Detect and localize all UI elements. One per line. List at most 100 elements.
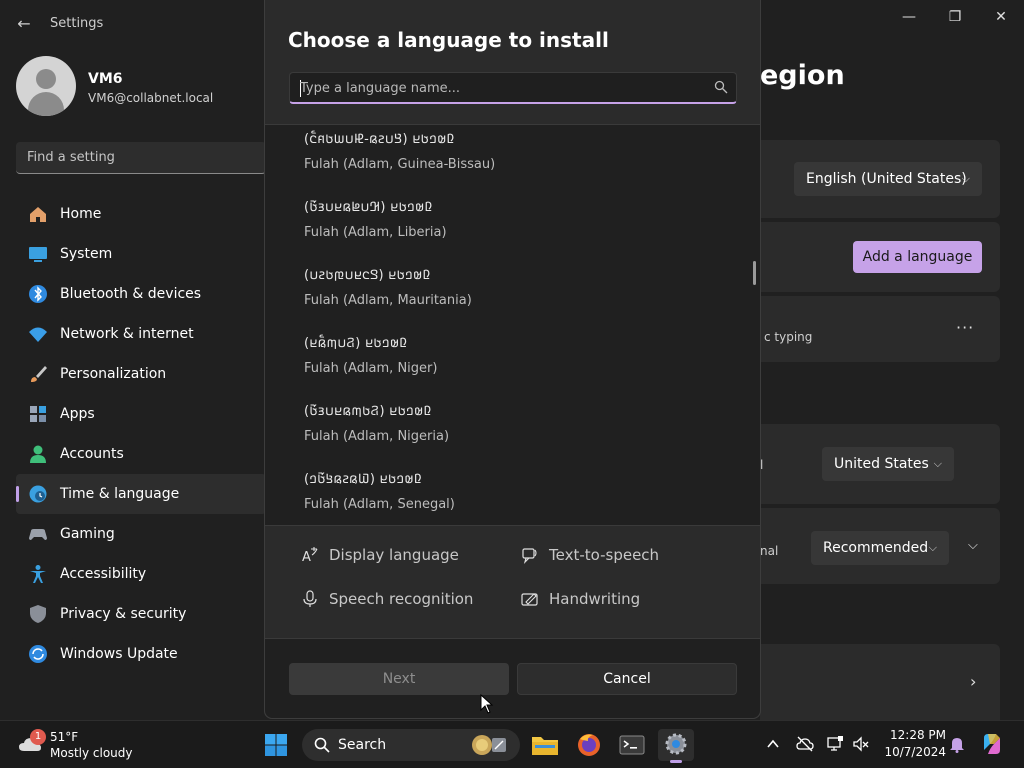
person-icon (30, 445, 46, 463)
more-options-button[interactable]: ··· (956, 318, 974, 337)
regional-format-card: nal Recommended ⌵ ⌵ (760, 508, 1000, 584)
network-icon[interactable] (826, 735, 844, 753)
clock-date: 10/7/2024 (884, 745, 946, 759)
accessibility-icon (30, 565, 46, 583)
weather-alert-badge: 1 (30, 729, 46, 745)
maximize-button[interactable]: ❐ (932, 6, 978, 30)
user-profile[interactable]: VM6 VM6@collabnet.local (16, 56, 266, 120)
windows-display-language-card: English (United States) ⌵ (760, 140, 1000, 218)
microphone-icon (303, 590, 317, 607)
language-entry-card: c typing ··· (760, 296, 1000, 362)
minimize-button[interactable]: — (886, 6, 932, 30)
language-native-name: (𞤐𞤢𞤶𞤫𞤪𞤭𞤴𞤢𞥄) 𞤆𞤵𞤤𞤢𞤪 (304, 404, 432, 419)
preferred-languages-card: Add a language (760, 222, 1000, 292)
volume-muted-icon[interactable] (852, 735, 870, 753)
folder-icon (532, 737, 558, 755)
weather-widget[interactable]: 1 51°F Mostly cloudy (14, 727, 144, 763)
sidebar-item-apps[interactable]: Apps (16, 394, 266, 434)
language-list[interactable]: (𞤘𞤭𞤲𞤫-𞤄𞤭𞤧𞤢𞤱𞤮𞥅) 𞤆𞤵𞤤𞤢𞤪 Fulah (Adlam, Guine… (265, 124, 760, 526)
sidebar-item-label: Accessibility (60, 566, 147, 582)
sidebar-item-label: Bluetooth & devices (60, 286, 202, 302)
file-explorer-button[interactable] (527, 729, 563, 761)
sidebar-item-accessibility[interactable]: Accessibility (16, 554, 266, 594)
sidebar-item-home[interactable]: Home (16, 194, 266, 234)
list-item[interactable]: (𞤂𞤭𞤦𞤫𞤪𞤭𞤴𞤢𞥄) 𞤆𞤵𞤤𞤢𞤪 Fulah (Adlam, Liberia) (265, 197, 755, 265)
user-name: VM6 (88, 71, 123, 87)
related-settings-card[interactable]: › (760, 644, 1000, 720)
terminal-icon (619, 735, 645, 755)
temperature: 51°F (50, 730, 79, 744)
settings-app-button[interactable] (658, 729, 694, 763)
sidebar-item-system[interactable]: System (16, 234, 266, 274)
taskbar: 1 51°F Mostly cloudy Search 12:28 PM 10/… (0, 720, 1024, 768)
search-icon (714, 80, 728, 94)
country-region-card: l United States ⌵ (760, 424, 1000, 504)
sidebar-item-label: Personalization (60, 366, 167, 382)
clock-globe-icon (29, 485, 47, 503)
clock-time: 12:28 PM (890, 728, 946, 742)
chevron-up-icon[interactable] (764, 735, 782, 753)
language-search-field[interactable] (289, 72, 737, 104)
onedrive-offline-icon[interactable] (796, 735, 814, 753)
list-item[interactable]: (𞤐𞤢𞤶𞤫𞤪𞤭𞤴𞤢𞥄) 𞤆𞤵𞤤𞤢𞤪 Fulah (Adlam, Nigeria) (265, 401, 755, 469)
firefox-icon (578, 734, 600, 756)
sidebar-item-time-language[interactable]: Time & language (16, 474, 266, 514)
notification-bell-icon[interactable] (948, 735, 966, 753)
chevron-down-icon: ⌵ (928, 541, 937, 554)
taskbar-search-label: Search (338, 737, 387, 753)
scrollbar-thumb[interactable] (753, 261, 756, 285)
regional-format-dropdown[interactable]: Recommended ⌵ (811, 531, 949, 565)
windows-start-icon[interactable] (264, 733, 288, 757)
list-item[interactable]: (𞤘𞤭𞤲𞤫-𞤄𞤭𞤧𞤢𞤱𞤮𞥅) 𞤆𞤵𞤤𞤢𞤪 Fulah (Adlam, Guine… (265, 129, 755, 197)
gamepad-icon (29, 529, 47, 540)
language-search-input[interactable] (300, 78, 700, 98)
gear-icon (665, 733, 687, 755)
back-button[interactable]: ← (10, 12, 38, 36)
copilot-icon[interactable] (980, 732, 1004, 756)
sidebar-item-network[interactable]: Network & internet (16, 314, 266, 354)
country-dropdown[interactable]: United States ⌵ (822, 447, 954, 481)
mouse-cursor-icon (480, 694, 494, 714)
dialog-title: Choose a language to install (288, 28, 609, 52)
sidebar-nav: Home System Bluetooth & devices Network … (16, 194, 266, 674)
sidebar-item-label: Windows Update (60, 646, 178, 662)
brush-icon (31, 366, 47, 382)
system-clock[interactable]: 12:28 PM 10/7/2024 (876, 727, 946, 761)
add-language-button[interactable]: Add a language (853, 241, 982, 273)
bluetooth-icon (29, 285, 47, 303)
sidebar-item-label: Gaming (60, 526, 115, 542)
user-email: VM6@collabnet.local (88, 91, 214, 105)
dialog-footer: Next Cancel (265, 638, 760, 718)
language-name: Fulah (Adlam, Niger) (304, 361, 438, 376)
chevron-down-icon: ⌵ (961, 172, 970, 185)
expand-chevron-icon[interactable]: ⌵ (968, 538, 978, 553)
list-item[interactable]: (𞤃𞤮𞤪𞤭𞤼𞤢𞤲𞤭) 𞤆𞤵𞤤𞤢𞤪 Fulah (Adlam, Mauritani… (265, 265, 755, 333)
list-item[interactable]: (𞤐𞤭𞤶𞤫𞥅𞤪) 𞤆𞤵𞤤𞤢𞤪 Fulah (Adlam, Niger) (265, 333, 755, 401)
sidebar-item-personalization[interactable]: Personalization (16, 354, 266, 394)
sidebar-item-label: Apps (60, 406, 95, 422)
sidebar-item-bluetooth[interactable]: Bluetooth & devices (16, 274, 266, 314)
terminal-button[interactable] (614, 729, 650, 761)
sidebar-item-gaming[interactable]: Gaming (16, 514, 266, 554)
close-button[interactable]: ✕ (978, 6, 1024, 30)
language-native-name: (𞤃𞤮𞤪𞤭𞤼𞤢𞤲𞤭) 𞤆𞤵𞤤𞤢𞤪 (304, 268, 431, 283)
language-name: Fulah (Adlam, Senegal) (304, 497, 455, 512)
weather-condition: Mostly cloudy (50, 746, 133, 760)
sidebar-item-label: Privacy & security (60, 606, 187, 622)
sidebar-item-accounts[interactable]: Accounts (16, 434, 266, 474)
language-native-name: (𞤅𞤫𞤲𞤫𞤺𞤢𞥄𞤤) 𞤆𞤵𞤤𞤢𞤪 (304, 472, 423, 487)
sidebar-item-privacy[interactable]: Privacy & security (16, 594, 266, 634)
list-item[interactable]: (𞤅𞤫𞤲𞤫𞤺𞤢𞥄𞤤) 𞤆𞤵𞤤𞤢𞤪 Fulah (Adlam, Senegal) (265, 469, 755, 525)
system-icon (29, 247, 47, 262)
display-language-dropdown[interactable]: English (United States) ⌵ (794, 162, 982, 196)
find-setting-input[interactable]: Find a setting (16, 142, 266, 174)
taskbar-search[interactable]: Search (302, 729, 520, 761)
language-name: Fulah (Adlam, Liberia) (304, 225, 447, 240)
firefox-button[interactable] (571, 729, 607, 761)
next-button[interactable]: Next (289, 663, 509, 695)
sidebar-item-label: Time & language (60, 486, 180, 502)
sidebar-item-windows-update[interactable]: Windows Update (16, 634, 266, 674)
update-icon (29, 645, 47, 663)
home-icon (30, 207, 46, 222)
cancel-button[interactable]: Cancel (517, 663, 737, 695)
